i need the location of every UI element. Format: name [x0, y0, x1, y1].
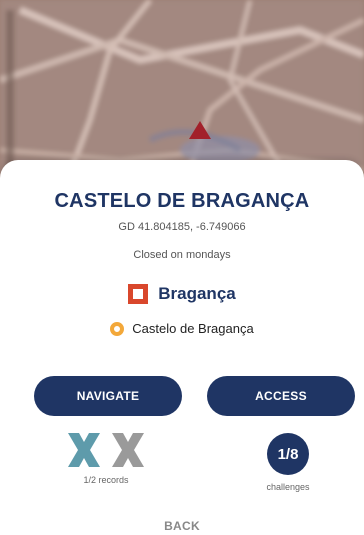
- opening-hours: Closed on mondays: [133, 249, 231, 261]
- place-detail-sheet: CASTELO DE BRAGANÇA GD 41.804185, -6.749…: [0, 160, 364, 535]
- region-square-icon: [128, 284, 149, 304]
- challenges-badge: 1/8: [267, 433, 309, 475]
- navigate-button[interactable]: NAVIGATE: [34, 376, 182, 416]
- challenges-section[interactable]: 1/8 challenges: [252, 433, 324, 492]
- records-section[interactable]: 1/2 records: [50, 433, 162, 485]
- place-title: CASTELO DE BRAGANÇA: [54, 190, 310, 212]
- access-button[interactable]: ACCESS: [207, 376, 355, 416]
- back-button[interactable]: BACK: [0, 519, 364, 533]
- map-marker-icon: [189, 121, 211, 139]
- place-coordinates: GD 41.804185, -6.749066: [118, 221, 246, 233]
- location-name: Castelo de Bragança: [132, 321, 254, 336]
- record-x-gray-icon: [112, 433, 144, 467]
- records-count: 1/2 records: [83, 475, 129, 485]
- region-name: Bragança: [158, 284, 236, 303]
- record-x-teal-icon: [68, 433, 100, 467]
- region-row: Bragança: [0, 284, 364, 304]
- challenges-label: challenges: [266, 482, 310, 492]
- location-circle-icon: [110, 321, 125, 336]
- location-row: Castelo de Bragança: [0, 321, 364, 336]
